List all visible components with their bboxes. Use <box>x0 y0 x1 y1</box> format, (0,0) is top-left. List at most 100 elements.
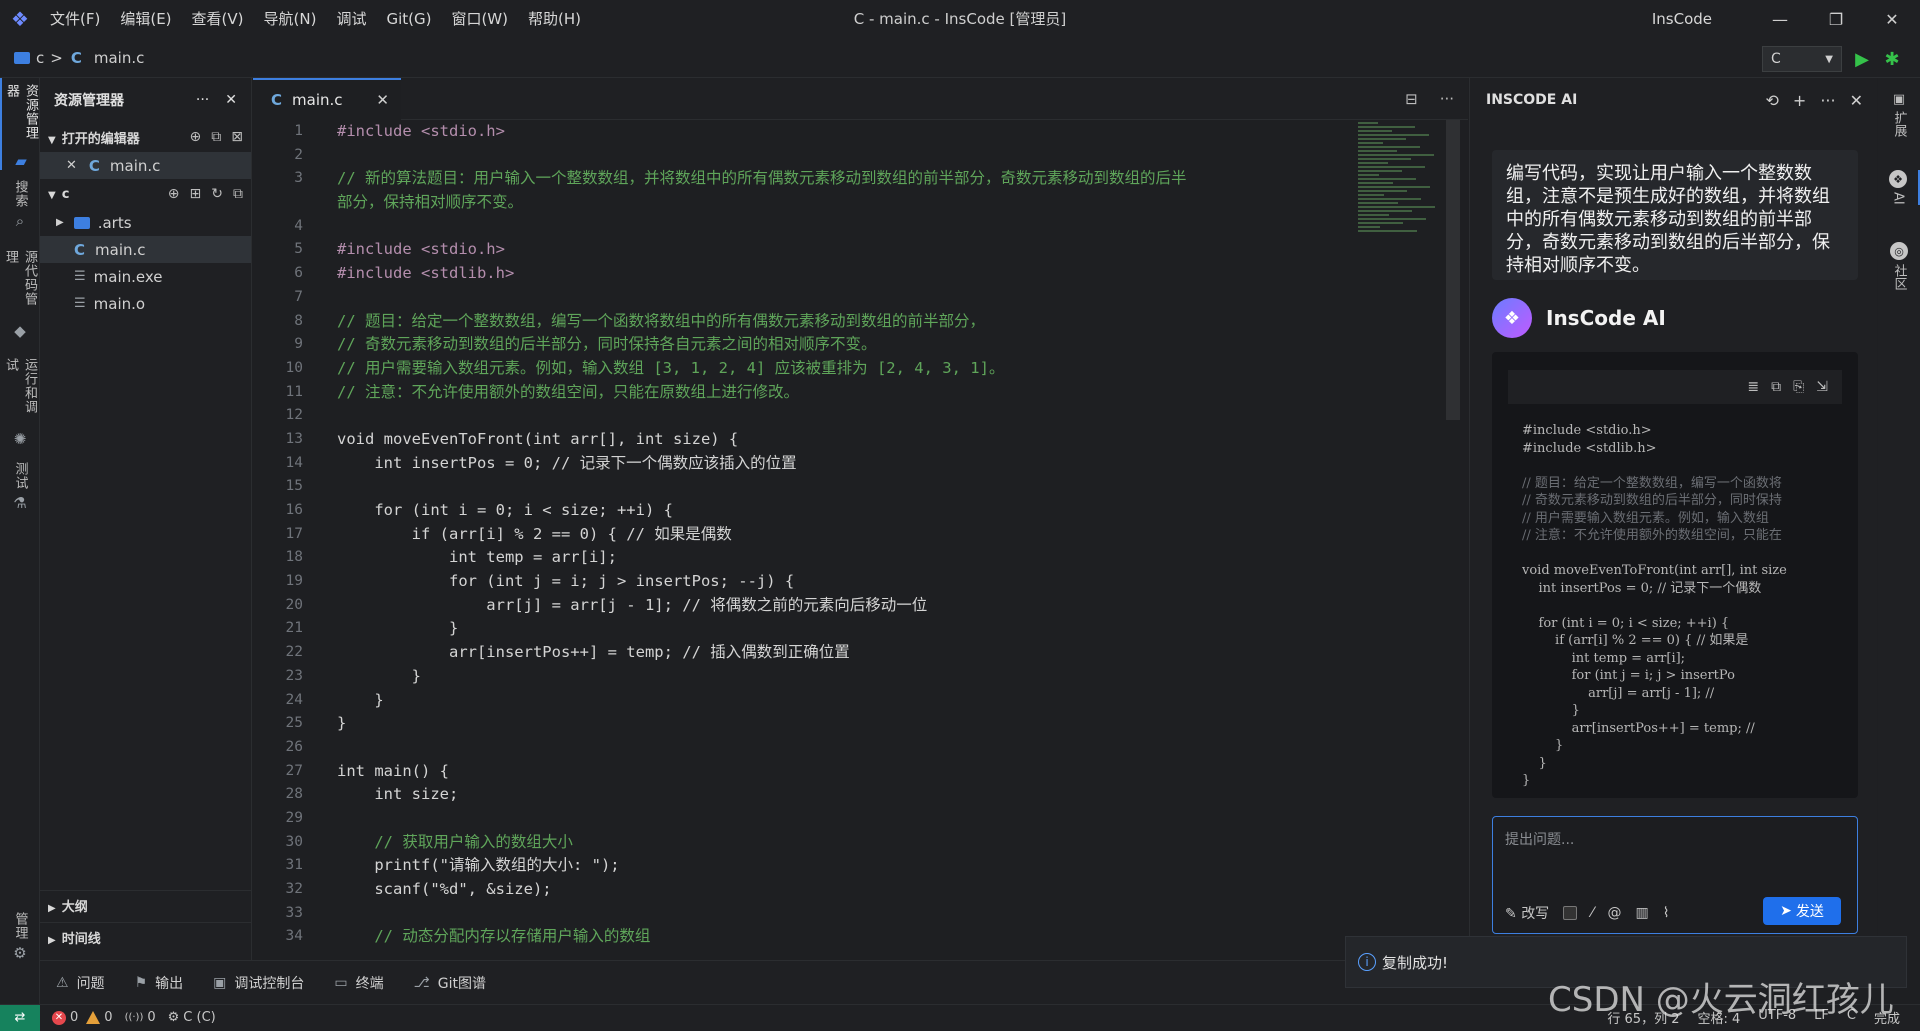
attach-icon[interactable]: ⌇ <box>1663 905 1670 921</box>
line-number: 3 <box>294 170 303 187</box>
source-control-icon: ◆ <box>14 322 26 340</box>
split-editor-icon[interactable]: ⊟ <box>1405 90 1418 108</box>
file-icon: ☰ <box>74 269 86 284</box>
close-all-icon[interactable]: ⊠ <box>231 129 243 145</box>
ai-question-input[interactable]: 提出问题... ✎ 改写 ⁄ @ ▥ ⌇ ➤ 发送 <box>1492 816 1858 934</box>
send-button[interactable]: ➤ 发送 <box>1763 897 1841 925</box>
copy-icon[interactable]: ⧉ <box>1771 379 1781 395</box>
line-number: 33 <box>285 904 303 921</box>
minimap[interactable] <box>1358 120 1438 240</box>
menu-git[interactable]: Git(G) <box>376 0 441 38</box>
outline-section[interactable]: ▶ 大纲 <box>40 890 251 920</box>
code-line: if (arr[i] % 2 == 0) { // 如果是偶数 <box>337 524 732 543</box>
tree-item-main-exe[interactable]: ☰ main.exe <box>40 263 251 290</box>
ports-status[interactable]: ((·)) 0 <box>125 1010 156 1025</box>
activity-extensions[interactable]: ▣ 扩展 <box>1878 92 1920 137</box>
minimap-line <box>1358 206 1435 208</box>
activity-run-debug[interactable]: 运行和调试 ✺ <box>0 358 40 448</box>
history-icon[interactable]: ⟲ <box>1766 91 1779 110</box>
activity-search[interactable]: 搜索 ⌕ <box>0 180 40 240</box>
tab-terminal[interactable]: ▭ 终端 <box>334 973 383 993</box>
activity-test[interactable]: 测试 ⚗ <box>0 462 40 522</box>
code-line: int main() { <box>337 761 449 780</box>
refresh-icon[interactable]: ↻ <box>211 186 223 202</box>
more-icon[interactable]: ··· <box>1820 91 1835 110</box>
remote-icon[interactable]: ⇄ <box>0 1004 40 1031</box>
menu-navigate[interactable]: 导航(N) <box>254 0 327 38</box>
more-icon[interactable]: ··· <box>196 92 209 108</box>
open-editors-section[interactable]: ▼ 打开的编辑器 ⊕ ⧉ ⊠ <box>40 122 251 152</box>
line-number: 9 <box>294 336 303 353</box>
rewrite-toggle[interactable] <box>1563 906 1578 920</box>
tab-output[interactable]: ⚑ 输出 <box>135 973 184 993</box>
vertical-scrollbar[interactable] <box>1446 120 1460 420</box>
line-number: 15 <box>285 478 303 495</box>
library-icon[interactable]: ▥ <box>1636 905 1649 921</box>
mention-icon[interactable]: @ <box>1608 905 1622 921</box>
save-all-icon[interactable]: ⧉ <box>211 129 221 145</box>
code-editor[interactable]: 1 2 3 4 5 6 7 8 9 10 11 12 13 14 15 16 17 18 19 20 21 22 23 24 2… <box>253 120 1468 960</box>
tree-item-main-c[interactable]: C main.c <box>40 236 251 263</box>
close-window-button[interactable]: ✕ <box>1864 0 1920 38</box>
activity-explorer[interactable]: 资源管理器 ▰ <box>0 78 40 170</box>
collapse-icon[interactable]: ⇲ <box>1816 379 1828 395</box>
root-folder-section[interactable]: ▼ c ⊕ ⊞ ↻ ⧉ <box>40 179 251 209</box>
code-line: void moveEvenToFront(int arr[], int size… <box>337 429 739 448</box>
activity-community[interactable]: ◎ 社区 <box>1878 242 1920 290</box>
title-bar: ❖ 文件(F) 编辑(E) 查看(V) 导航(N) 调试 Git(G) 窗口(W… <box>0 0 1920 38</box>
tree-item-main-o[interactable]: ☰ main.o <box>40 290 251 317</box>
ai-icon: ❖ <box>1889 170 1907 188</box>
language-status[interactable]: ⚙ C (C) <box>168 1010 216 1025</box>
tab-problems[interactable]: ⚠ 问题 <box>56 973 105 993</box>
breadcrumb-file[interactable]: C main.c <box>71 49 145 67</box>
wrap-icon[interactable]: ≣ <box>1747 379 1759 395</box>
rewrite-button[interactable]: ✎ 改写 <box>1505 903 1549 923</box>
line-number: 21 <box>285 620 303 637</box>
close-icon[interactable]: ✕ <box>1850 91 1863 110</box>
code-content[interactable]: #include <stdio.h> // 新的算法题目：用户输入一个整数数组，并… <box>337 120 1417 949</box>
close-icon[interactable]: ✕ <box>225 92 237 108</box>
code-line: // 注意：不允许使用额外的数组空间，只能在原数组上进行修改。 <box>337 382 799 401</box>
maximize-button[interactable]: ❐ <box>1808 0 1864 38</box>
close-icon[interactable]: ✕ <box>376 91 389 109</box>
activity-ai[interactable]: ❖ AI <box>1878 170 1920 205</box>
line-number: 20 <box>285 596 303 613</box>
menu-help[interactable]: 帮助(H) <box>518 0 591 38</box>
menu-view[interactable]: 查看(V) <box>182 0 254 38</box>
new-file-icon[interactable]: ⊕ <box>190 129 202 145</box>
open-editor-item[interactable]: ✕ C main.c <box>40 152 251 179</box>
minimize-button[interactable]: — <box>1752 0 1808 38</box>
problems-status[interactable]: ✕ 0 0 <box>52 1010 113 1025</box>
tree-item-arts[interactable]: ▶ .arts <box>40 209 251 236</box>
minimap-line <box>1358 214 1389 216</box>
tree-item-label: main.c <box>95 240 146 259</box>
insert-icon[interactable]: ⎘ <box>1793 379 1804 395</box>
ai-code-line: } <box>1522 773 1531 788</box>
activity-manage[interactable]: 管理 ⚙ <box>0 912 40 972</box>
tab-main-c[interactable]: C main.c ✕ <box>253 78 401 120</box>
menu-edit[interactable]: 编辑(E) <box>110 0 181 38</box>
tab-git-graph[interactable]: ⎇ Git图谱 <box>414 973 486 993</box>
timeline-section[interactable]: ▶ 时间线 <box>40 922 251 952</box>
breadcrumb-folder[interactable]: c > <box>14 49 63 67</box>
language-select[interactable]: C ▼ <box>1762 46 1842 72</box>
menu-debug[interactable]: 调试 <box>326 0 376 38</box>
folder-icon <box>73 216 90 229</box>
new-file-icon[interactable]: ⊕ <box>168 186 180 202</box>
menu-window[interactable]: 窗口(W) <box>441 0 518 38</box>
new-chat-icon[interactable]: + <box>1793 91 1806 110</box>
run-icon[interactable]: ▶ <box>1850 46 1874 72</box>
app-name-label[interactable]: InsCode <box>1652 10 1712 28</box>
more-icon[interactable]: ··· <box>1440 90 1454 108</box>
new-folder-icon[interactable]: ⊞ <box>190 186 202 202</box>
collapse-all-icon[interactable]: ⧉ <box>233 186 243 202</box>
debug-run-icon[interactable]: ✱ <box>1880 46 1904 72</box>
line-number <box>253 191 317 215</box>
menu-file[interactable]: 文件(F) <box>40 0 110 38</box>
slash-command-icon[interactable]: ⁄ <box>1591 905 1593 921</box>
close-icon[interactable]: ✕ <box>66 158 77 173</box>
file-icon: ☰ <box>74 296 86 311</box>
activity-source-control[interactable]: 源代码管理 ◆ <box>0 250 40 340</box>
tab-debug-console[interactable]: ▣ 调试控制台 <box>213 973 304 993</box>
